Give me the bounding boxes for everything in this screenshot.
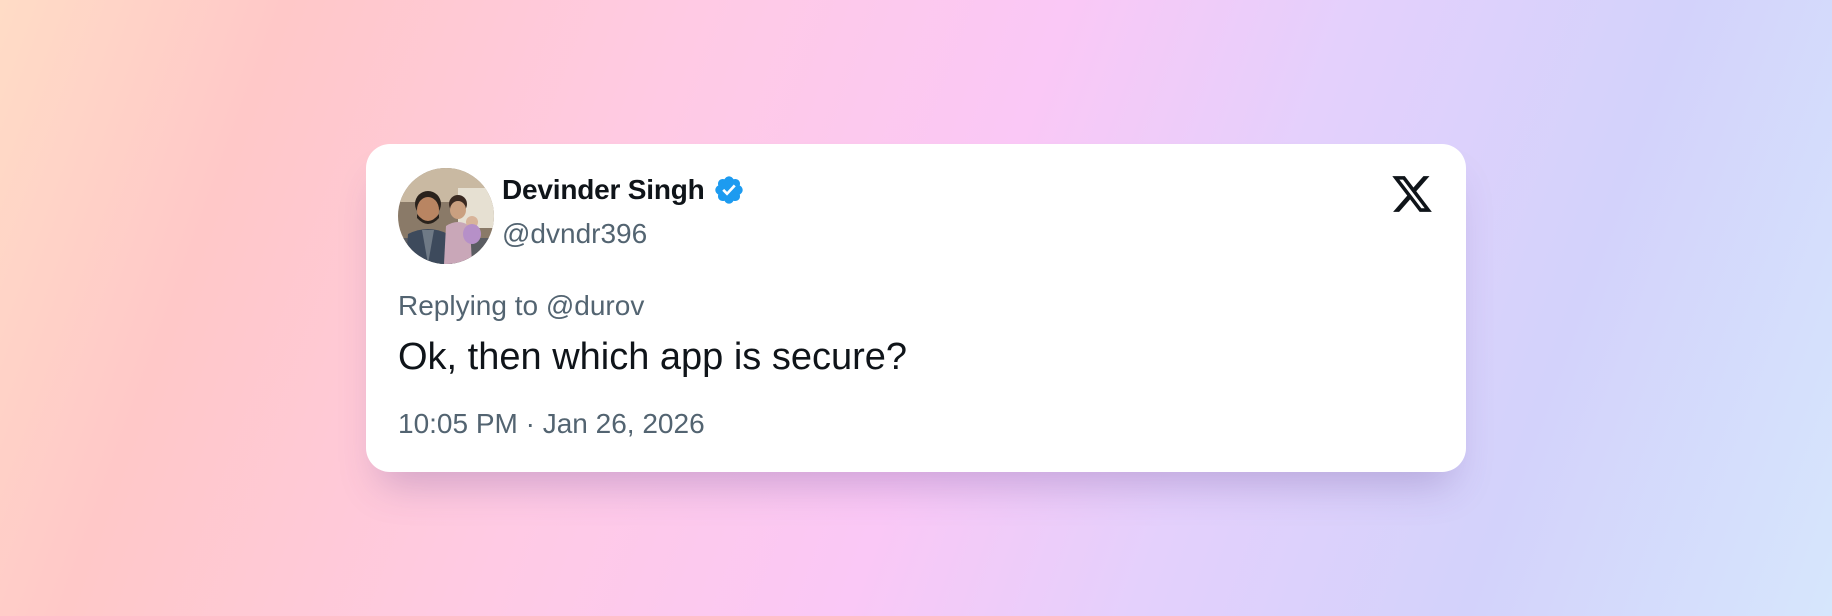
profile-photo (398, 168, 494, 264)
x-logo-icon[interactable] (1390, 172, 1434, 216)
verified-badge-icon (713, 174, 745, 206)
author-row: Devinder Singh (502, 174, 745, 206)
author-name[interactable]: Devinder Singh (502, 174, 705, 206)
tweet-text: Ok, then which app is secure? (398, 336, 908, 378)
avatar[interactable] (398, 168, 494, 264)
replying-to-line: Replying to @durov (398, 290, 645, 321)
author-handle[interactable]: @dvndr396 (502, 218, 647, 250)
tweet-timestamp[interactable]: 10:05 PM · Jan 26, 2026 (398, 408, 705, 440)
tweet-card[interactable]: Devinder Singh @dvndr396 Replying to @du… (366, 144, 1466, 472)
